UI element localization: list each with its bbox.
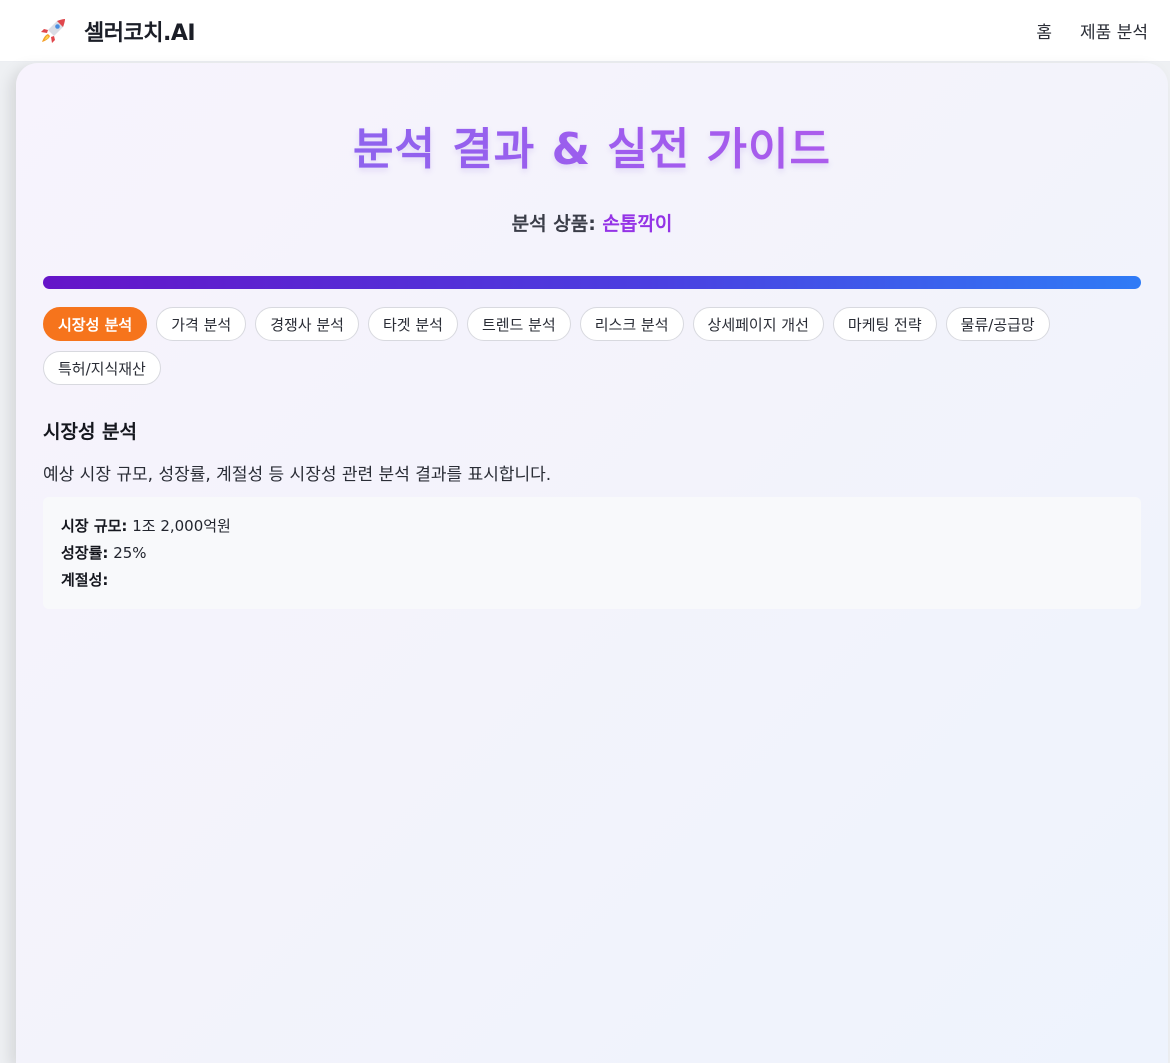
tab-patent[interactable]: 특허/지식재산 [43,351,161,385]
tab-detail-page[interactable]: 상세페이지 개선 [692,307,824,341]
main-nav: 홈 제품 분석 [1036,18,1148,43]
page-title: 분석 결과 & 실전 가이드 [43,113,1141,177]
seasonality-label: 계절성: [61,571,109,589]
section-title: 시장성 분석 [43,421,138,443]
analyzed-product: 분석 상품: 손톱깍이 [43,209,1141,236]
growth-rate-value: 25% [113,544,147,562]
market-size-value: 1조 2,000억원 [132,517,231,535]
result-card: 분석 결과 & 실전 가이드 분석 상품: 손톱깍이 시장성 분석 가격 분석 … [16,63,1168,1063]
growth-rate-row: 성장률: 25% [61,540,1123,567]
top-navbar: 셀러코치.AI 홈 제품 분석 [0,0,1170,62]
progress-bar [43,276,1141,289]
market-info-box: 시장 규모: 1조 2,000억원 성장률: 25% 계절성: [43,497,1141,609]
rocket-icon [36,14,70,48]
product-name: 손톱깍이 [602,213,673,235]
analysis-tabs: 시장성 분석 가격 분석 경쟁사 분석 타겟 분석 트렌드 분석 리스크 분석 … [43,307,1141,385]
growth-rate-label: 성장률: [61,544,109,562]
tab-target[interactable]: 타겟 분석 [367,307,458,341]
tab-trend[interactable]: 트렌드 분석 [466,307,571,341]
tab-price[interactable]: 가격 분석 [156,307,247,341]
tab-market[interactable]: 시장성 분석 [43,307,148,341]
brand-name: 셀러코치.AI [84,20,196,46]
brand[interactable]: 셀러코치.AI [36,14,196,48]
market-size-label: 시장 규모: [61,517,128,535]
tab-risk[interactable]: 리스크 분석 [579,307,684,341]
nav-product-analysis[interactable]: 제품 분석 [1080,18,1148,43]
product-label: 분석 상품: [511,213,596,235]
tab-logistics[interactable]: 물류/공급망 [945,307,1050,341]
market-size-row: 시장 규모: 1조 2,000억원 [61,513,1123,540]
seasonality-row: 계절성: [61,567,1123,594]
section-description: 예상 시장 규모, 성장률, 계절성 등 시장성 관련 분석 결과를 표시합니다… [43,465,552,485]
nav-home[interactable]: 홈 [1036,18,1052,43]
tab-marketing[interactable]: 마케팅 전략 [832,307,937,341]
tab-competitor[interactable]: 경쟁사 분석 [255,307,359,341]
